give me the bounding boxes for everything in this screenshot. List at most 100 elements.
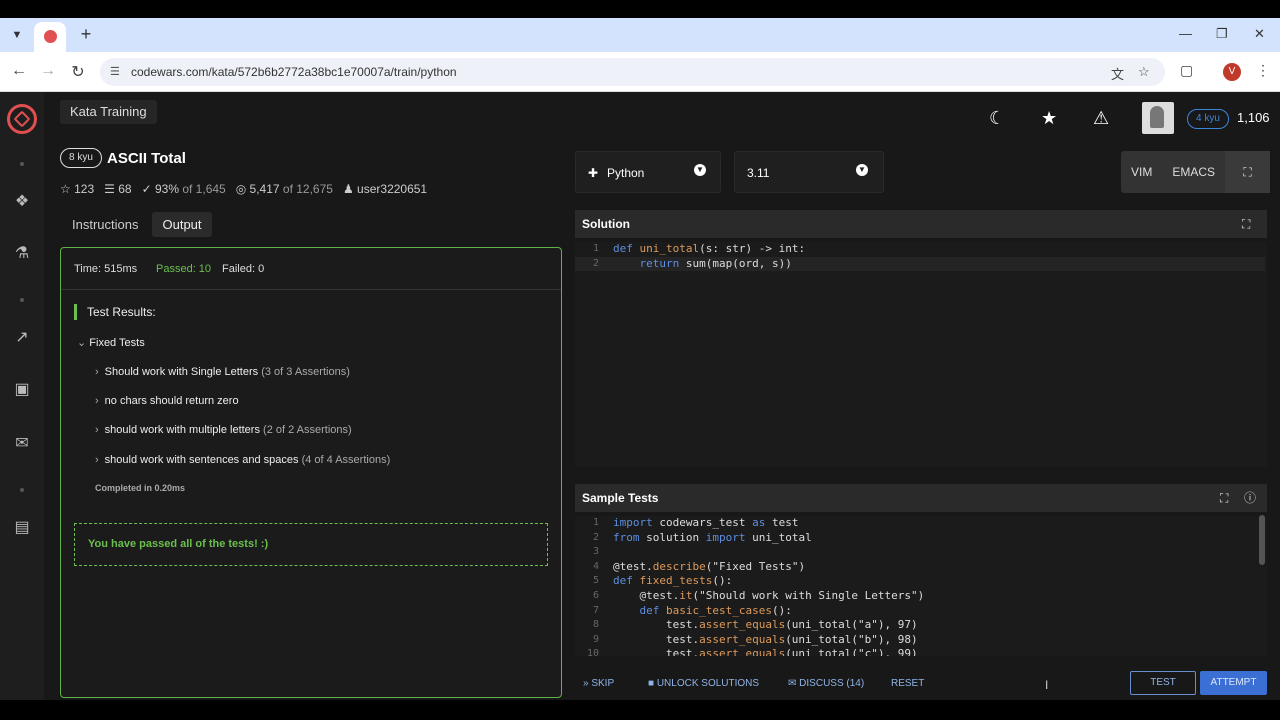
translate-icon[interactable]: 文 xyxy=(1111,64,1124,83)
restore-icon[interactable]: ❐ xyxy=(1216,26,1228,42)
bookmark-icon[interactable]: ★ xyxy=(1041,108,1057,129)
new-tab-icon[interactable]: + xyxy=(76,24,96,44)
code-line: 9 test.assert_equals(uni_total("b"), 98) xyxy=(592,632,918,646)
vim-mode-button[interactable]: VIM xyxy=(1121,151,1162,193)
output-panel: Time: 515ms Passed: 10 Failed: 0 Test Re… xyxy=(60,247,562,698)
back-icon[interactable]: ← xyxy=(9,62,29,80)
reset-button[interactable]: RESET xyxy=(891,678,924,689)
code-line: 6 @test.it("Should work with Single Lett… xyxy=(592,589,925,602)
browser-tab-active[interactable] xyxy=(34,22,66,52)
test-results-title: Test Results: xyxy=(74,304,156,320)
target-icon: ◎ xyxy=(235,182,250,196)
user-honor: 1,106 xyxy=(1237,110,1270,125)
address-bar[interactable]: ☰ codewars.com/kata/572b6b2772a38bc1e700… xyxy=(100,58,1165,86)
failed-stat: Failed: 0 xyxy=(222,263,265,275)
tab-search-icon[interactable]: ▼ xyxy=(6,24,28,46)
output-summary: Time: 515ms Passed: 10 Failed: 0 xyxy=(61,248,561,290)
chevron-right-icon: › xyxy=(95,366,99,378)
completions-stat: ◎ 5,417 of 12,675 xyxy=(235,182,333,196)
text-cursor-icon: I xyxy=(1045,678,1049,692)
kata-title: ASCII Total xyxy=(107,150,186,167)
lock-icon: ■ xyxy=(648,678,657,689)
browser-tab-bar: ▼ + — ❐ ✕ xyxy=(0,18,1280,52)
passed-stat: Passed: 10 xyxy=(156,263,212,275)
site-info-icon[interactable]: ☰ xyxy=(110,65,120,78)
codewars-app: ❖ ⚗ ↗ ▣ ✉ ▤ Kata Training ☾ ★ ⚠ 4 kyu 1,… xyxy=(0,92,1280,700)
close-window-icon[interactable]: ✕ xyxy=(1254,26,1265,42)
expand-icon[interactable]: ⛶ xyxy=(1220,484,1228,512)
thumbs-icon: ✓ xyxy=(141,182,155,196)
kata-icon[interactable]: ⚗ xyxy=(12,244,32,264)
minimize-icon[interactable]: — xyxy=(1179,26,1192,41)
language-label: Python xyxy=(607,166,645,180)
notifications-bell-icon[interactable]: ⚠ xyxy=(1093,108,1109,129)
code-line: 10 test.assert_equals(uni_total("c"), 99… xyxy=(586,647,918,656)
version-select[interactable]: 3.11 ▼ xyxy=(734,151,884,193)
expand-icon[interactable]: ⛶ xyxy=(1242,210,1250,238)
chevron-right-icon: › xyxy=(95,424,99,436)
code-line: 7 def basic_test_cases(): xyxy=(592,603,792,617)
unlock-solutions-button[interactable]: ■ UNLOCK SOLUTIONS xyxy=(648,678,759,689)
browser-toolbar: ← → ↻ ☰ codewars.com/kata/572b6b2772a38b… xyxy=(0,52,1280,92)
discord-icon[interactable]: ▣ xyxy=(12,380,32,400)
skip-button[interactable]: » SKIP xyxy=(583,678,614,689)
code-line: 2 return sum(map(ord, s)) xyxy=(575,256,1265,272)
docs-book-icon[interactable]: ▤ xyxy=(12,518,32,538)
dark-mode-moon-icon[interactable]: ☾ xyxy=(989,108,1005,129)
time-stat: Time: 515ms xyxy=(74,263,138,275)
completed-time: Completed in 0.20ms xyxy=(95,483,186,493)
screen: ▼ + — ❐ ✕ ← → ↻ ☰ codewars.com/kata/572b… xyxy=(0,0,1280,720)
author-stat[interactable]: ♟ user3220651 xyxy=(343,182,427,196)
forward-icon[interactable]: → xyxy=(38,62,58,80)
fixed-tests-group[interactable]: ⌄ Fixed Tests xyxy=(77,336,145,349)
leaderboard-icon[interactable]: ↗ xyxy=(12,328,32,348)
fullscreen-icon[interactable]: ⛶ xyxy=(1225,151,1271,193)
code-line: 1 def uni_total(s: str) -> int: xyxy=(592,242,806,255)
reload-icon[interactable]: ↻ xyxy=(68,62,88,82)
satisfaction-stat: ✓ 93% of 1,645 xyxy=(141,182,226,196)
code-line: 3 xyxy=(592,546,599,558)
test-item[interactable]: › should work with sentences and spaces (… xyxy=(95,454,390,466)
browser-menu-icon[interactable]: ⋮ xyxy=(1256,62,1270,79)
solution-editor[interactable]: 1 def uni_total(s: str) -> int: 2 return … xyxy=(575,242,1267,467)
help-icon[interactable]: ⓘ xyxy=(1244,484,1256,512)
tab-output[interactable]: Output xyxy=(152,212,212,237)
code-line: 2 from solution import uni_total xyxy=(592,530,812,544)
tab-instructions[interactable]: Instructions xyxy=(62,212,148,237)
codewars-logo-icon[interactable] xyxy=(7,104,37,134)
attempt-button[interactable]: ATTEMPT xyxy=(1200,671,1267,695)
codewars-favicon-icon xyxy=(44,30,57,43)
chevron-down-icon: ▼ xyxy=(694,164,706,176)
kata-rank-badge: 8 kyu xyxy=(60,148,102,168)
test-item[interactable]: › should work with multiple letters (2 of… xyxy=(95,424,352,436)
editor-scrollbar[interactable] xyxy=(1259,515,1265,565)
discuss-button[interactable]: ✉ DISCUSS (14) xyxy=(788,678,864,689)
emacs-mode-button[interactable]: EMACS xyxy=(1162,151,1225,193)
test-button[interactable]: TEST xyxy=(1130,671,1196,695)
bookmark-star-icon[interactable]: ☆ xyxy=(1138,64,1150,80)
editor-mode-group: VIM EMACS ⛶ xyxy=(1121,151,1271,193)
user-rank-badge: 4 kyu xyxy=(1187,109,1229,129)
version-label: 3.11 xyxy=(747,166,770,180)
practice-icon[interactable]: ❖ xyxy=(12,192,32,212)
extensions-icon[interactable]: ▢ xyxy=(1180,62,1193,79)
sample-tests-title: Sample Tests xyxy=(582,491,659,505)
profile-avatar[interactable]: V xyxy=(1223,63,1241,81)
collections-stat[interactable]: ☰ 68 xyxy=(104,182,131,196)
nav-divider-dot xyxy=(20,162,24,166)
code-line: 8 test.assert_equals(uni_total("a"), 97) xyxy=(592,618,918,632)
python-icon: ✚ xyxy=(588,166,599,180)
side-navigation: ❖ ⚗ ↗ ▣ ✉ ▤ xyxy=(0,92,44,700)
language-select[interactable]: ✚ Python ▼ xyxy=(575,151,721,193)
user-avatar[interactable] xyxy=(1142,102,1174,134)
chevron-right-icon: › xyxy=(95,395,99,407)
sample-tests-editor[interactable]: 1 import codewars_test as test 2 from solu… xyxy=(575,516,1267,656)
url-text[interactable]: codewars.com/kata/572b6b2772a38bc1e70007… xyxy=(131,65,457,79)
test-item[interactable]: › no chars should return zero xyxy=(95,395,239,407)
discussion-icon[interactable]: ✉ xyxy=(12,434,32,454)
nav-divider-dot xyxy=(20,298,24,302)
stars-stat[interactable]: ☆ 123 xyxy=(60,182,94,196)
chat-icon: ✉ xyxy=(788,678,800,689)
chevron-down-icon: ▼ xyxy=(856,164,868,176)
test-item[interactable]: › Should work with Single Letters (3 of 3… xyxy=(95,366,350,378)
